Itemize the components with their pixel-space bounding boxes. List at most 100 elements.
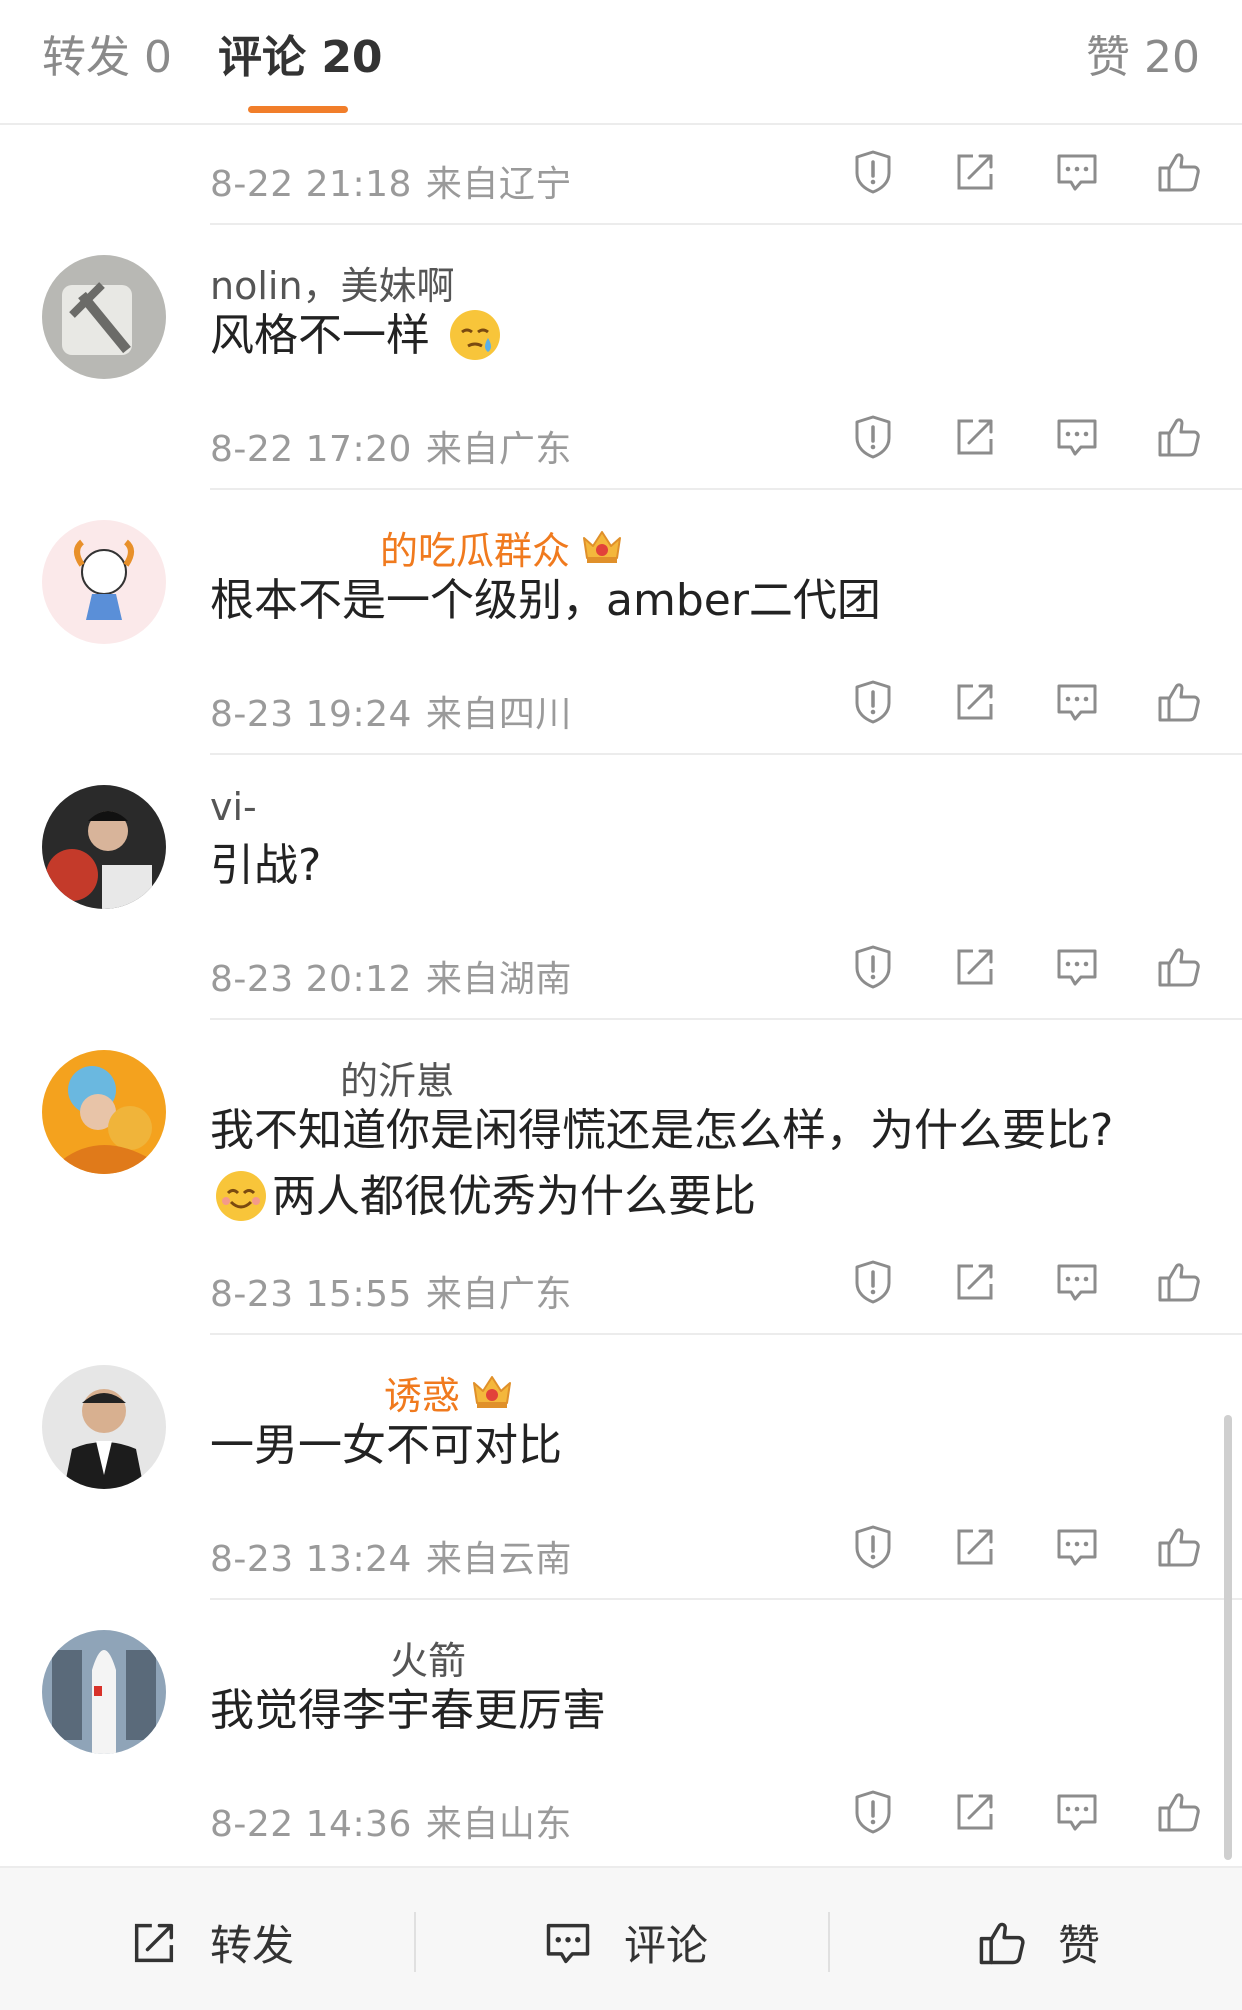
bottom-comment-button[interactable]: 评论 xyxy=(542,1912,708,1973)
bottom-repost-label: 转发 xyxy=(210,1921,295,1970)
reply-button[interactable] xyxy=(1052,1787,1102,1837)
share-icon xyxy=(951,1788,999,1836)
reply-button[interactable] xyxy=(1052,412,1102,462)
report-icon xyxy=(849,678,897,726)
comment-tabs: 转发 0 评论 20 赞 20 xyxy=(0,0,1242,125)
comment-text: 我觉得李宇春更厉害 xyxy=(210,1685,606,1736)
comment-username[interactable]: vi- xyxy=(210,785,257,829)
comment-location: 来自广东 xyxy=(425,429,572,470)
comment-actions xyxy=(796,1787,1204,1837)
like-button[interactable] xyxy=(1154,942,1204,992)
share-icon xyxy=(951,148,999,196)
like-button[interactable] xyxy=(1154,1787,1204,1837)
comment-username[interactable]: 的沂崽 xyxy=(340,1050,454,1105)
comment-item: nolin，美妹啊 风格不一样 8-22 17:20 来自广东 xyxy=(0,225,1242,490)
report-icon xyxy=(849,148,897,196)
avatar[interactable] xyxy=(42,785,166,909)
bottom-repost-button[interactable]: 转发 xyxy=(128,1912,294,1973)
share-button[interactable] xyxy=(950,942,1000,992)
comment-username[interactable]: nolin，美妹啊 xyxy=(210,255,455,310)
reply-icon xyxy=(1053,1788,1101,1836)
share-button[interactable] xyxy=(950,147,1000,197)
like-button[interactable] xyxy=(1154,147,1204,197)
comment-time: 8-23 13:24 xyxy=(210,1539,412,1580)
share-icon xyxy=(951,943,999,991)
crown-icon xyxy=(580,524,624,568)
share-icon xyxy=(951,678,999,726)
like-button[interactable] xyxy=(1154,1257,1204,1307)
comment-time: 8-22 21:18 xyxy=(210,164,412,205)
comment-actions xyxy=(796,147,1204,197)
comment-meta: 8-23 20:12 来自湖南 xyxy=(210,950,572,1002)
comment-location: 来自广东 xyxy=(425,1274,572,1315)
comment-username: 的吃瓜群众 xyxy=(380,520,624,575)
bottom-like-button[interactable]: 赞 xyxy=(976,1912,1100,1973)
sweat-emoji xyxy=(450,310,500,360)
report-button[interactable] xyxy=(848,677,898,727)
reply-button[interactable] xyxy=(1052,942,1102,992)
comment-meta-row: 8-23 15:55 来自广东 xyxy=(0,1235,1242,1335)
comment-meta-row: 8-22 17:20 来自广东 xyxy=(0,390,1242,490)
like-button[interactable] xyxy=(1154,677,1204,727)
comment-icon xyxy=(546,1923,590,1963)
reply-button[interactable] xyxy=(1052,1522,1102,1572)
scrollbar[interactable] xyxy=(1224,1415,1232,1860)
comment-username: 诱惑 xyxy=(384,1365,514,1420)
report-button[interactable] xyxy=(848,1787,898,1837)
share-button[interactable] xyxy=(950,677,1000,727)
comment-actions xyxy=(796,942,1204,992)
comment-location: 来自云南 xyxy=(425,1539,572,1580)
reply-button[interactable] xyxy=(1052,147,1102,197)
tab-repost[interactable]: 转发 0 xyxy=(42,28,172,88)
report-button[interactable] xyxy=(848,412,898,462)
reply-icon xyxy=(1053,943,1101,991)
comment-meta-row: 8-22 14:36 来自山东 xyxy=(0,1765,1242,1865)
like-button[interactable] xyxy=(1154,1522,1204,1572)
comment-text-line: 两人都很优秀为什么要比 xyxy=(210,1164,756,1230)
like-button[interactable] xyxy=(1154,412,1204,462)
report-button[interactable] xyxy=(848,1522,898,1572)
like-icon xyxy=(1155,678,1203,726)
comment-item: 的吃瓜群众 根本不是一个级别，amber二代团 8-23 19:24 来自四川 xyxy=(0,490,1242,755)
reply-button[interactable] xyxy=(1052,677,1102,727)
smile-emoji xyxy=(216,1171,266,1221)
comment-time: 8-23 19:24 xyxy=(210,694,412,735)
report-button[interactable] xyxy=(848,942,898,992)
divider xyxy=(414,1912,416,1972)
tab-comment[interactable]: 评论 20 xyxy=(218,28,383,88)
share-icon xyxy=(951,1258,999,1306)
share-button[interactable] xyxy=(950,1257,1000,1307)
reply-icon xyxy=(1053,413,1101,461)
share-icon xyxy=(134,1923,174,1962)
comment-actions xyxy=(796,1522,1204,1572)
bottom-like-label: 赞 xyxy=(1058,1921,1101,1970)
comment-item: 火箭 我觉得李宇春更厉害 8-22 14:36 来自山东 xyxy=(0,1600,1242,1865)
comment-time: 8-22 17:20 xyxy=(210,429,412,470)
comment-meta: 8-23 19:24 来自四川 xyxy=(210,685,572,737)
comment-location: 来自山东 xyxy=(425,1804,572,1845)
reply-icon xyxy=(1053,1258,1101,1306)
like-icon xyxy=(1155,1523,1203,1571)
tab-like[interactable]: 赞 20 xyxy=(1086,28,1200,88)
like-icon xyxy=(1155,413,1203,461)
reply-button[interactable] xyxy=(1052,1257,1102,1307)
report-button[interactable] xyxy=(848,147,898,197)
avatar[interactable] xyxy=(42,255,166,379)
share-button[interactable] xyxy=(950,1787,1000,1837)
report-button[interactable] xyxy=(848,1257,898,1307)
share-button[interactable] xyxy=(950,412,1000,462)
avatar[interactable] xyxy=(42,1050,166,1174)
avatar[interactable] xyxy=(42,1365,166,1489)
comment-actions xyxy=(796,1257,1204,1307)
comment-text-line: 我不知道你是闲得慌还是怎么样，为什么要比? xyxy=(210,1105,1114,1156)
avatar[interactable] xyxy=(42,520,166,644)
like-icon xyxy=(1155,943,1203,991)
comment-time: 8-23 15:55 xyxy=(210,1274,412,1315)
share-button[interactable] xyxy=(950,1522,1000,1572)
comment-time: 8-23 20:12 xyxy=(210,959,412,1000)
comment-meta: 8-22 14:36 来自山东 xyxy=(210,1795,572,1847)
avatar[interactable] xyxy=(42,1630,166,1754)
comment-username[interactable]: 火箭 xyxy=(390,1630,466,1685)
comment-meta-row: 8-23 19:24 来自四川 xyxy=(0,655,1242,755)
comment-meta-row: 8-23 13:24 来自云南 xyxy=(0,1500,1242,1600)
